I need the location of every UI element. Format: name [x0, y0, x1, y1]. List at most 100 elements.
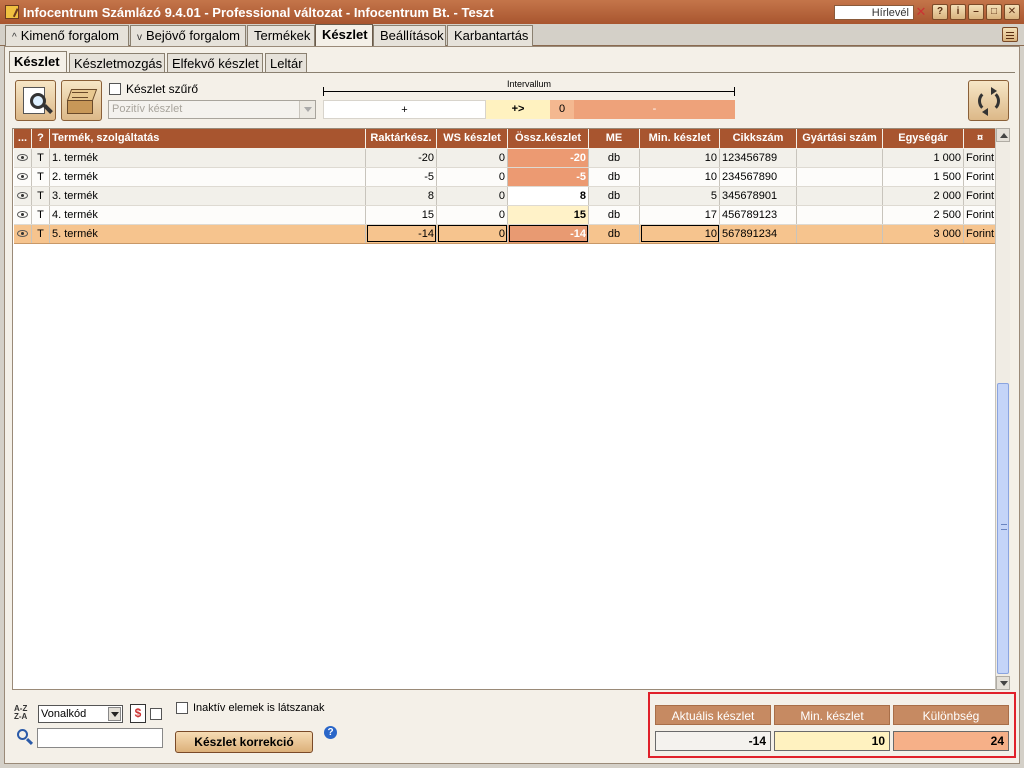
- stock-filter-value: Pozitív készlet: [112, 103, 183, 115]
- inactive-items-label: Inaktív elemek is látszanak: [193, 702, 325, 714]
- eye-cell[interactable]: [13, 148, 32, 168]
- currency-cell: Forint: [963, 205, 998, 225]
- subtab-keszletmozgas[interactable]: Készletmozgás: [69, 53, 165, 73]
- total-cell: -5: [507, 167, 589, 187]
- price-cell: 1 000: [882, 148, 964, 168]
- scroll-down-icon[interactable]: [996, 676, 1010, 690]
- col-header-product[interactable]: Termék, szolgáltatás: [49, 129, 366, 149]
- col-header-price[interactable]: Egységár: [882, 129, 964, 149]
- eye-cell[interactable]: [13, 167, 32, 187]
- tab-bejovo-forgalom[interactable]: v Bejövő forgalom: [130, 25, 246, 46]
- tab-beallitasok[interactable]: Beállítások: [373, 25, 446, 46]
- table-row[interactable]: T 3. termék 8 0 8 db 5 345678901 2 000 F…: [13, 186, 998, 206]
- maximize-button[interactable]: □: [986, 4, 1002, 20]
- sku-cell: 456789123: [719, 205, 797, 225]
- help-icon[interactable]: ?: [324, 726, 337, 739]
- newsletter-button[interactable]: Hírlevél: [834, 4, 914, 20]
- tab-keszlet[interactable]: Készlet: [315, 24, 373, 47]
- subtab-keszlet[interactable]: Készlet: [9, 51, 67, 73]
- eye-cell[interactable]: [13, 186, 32, 206]
- min-cell: 10: [639, 167, 720, 187]
- col-header-currency[interactable]: ¤: [962, 129, 998, 149]
- tab-termekek[interactable]: Termékek: [247, 25, 315, 46]
- col-header-min[interactable]: Min. készlet: [639, 129, 720, 149]
- stock-correction-button[interactable]: Készlet korrekció: [175, 731, 313, 753]
- eye-icon: [16, 230, 28, 238]
- title-bar: Infocentrum Számlázó 9.4.01 - Profession…: [0, 0, 1024, 24]
- serial-cell: [796, 148, 883, 168]
- chevron-down-icon: v: [137, 32, 142, 43]
- sku-cell: 123456789: [719, 148, 797, 168]
- type-cell: T: [31, 186, 50, 206]
- type-cell: T: [31, 224, 50, 244]
- serial-cell: [796, 205, 883, 225]
- col-header-sku[interactable]: Cikkszám: [719, 129, 797, 149]
- tab-label: Termékek: [254, 28, 311, 43]
- refresh-arrow: [982, 108, 988, 116]
- tab-label: Bejövő forgalom: [146, 28, 240, 43]
- subtab-leltar[interactable]: Leltár: [265, 53, 307, 73]
- tab-label: Készlet: [322, 27, 368, 42]
- table-row[interactable]: T 1. termék -20 0 -20 db 10 123456789 1 …: [13, 148, 998, 168]
- interval-negative: -: [574, 100, 735, 119]
- inactive-items-checkbox[interactable]: [176, 702, 188, 714]
- product-cell: 5. termék: [49, 224, 366, 244]
- product-cell: 1. termék: [49, 148, 366, 168]
- ws-cell: 0: [436, 186, 508, 206]
- price-filter-icon[interactable]: $: [130, 704, 146, 723]
- col-header-warehouse[interactable]: Raktárkész.: [365, 129, 437, 149]
- stock-cardfile-button[interactable]: [61, 80, 102, 121]
- menu-icon[interactable]: [1002, 27, 1018, 42]
- newsletter-close-icon[interactable]: ✕: [914, 4, 928, 20]
- currency-cell: Forint: [963, 224, 998, 244]
- stock-table[interactable]: ... ? Termék, szolgáltatás Raktárkész. W…: [12, 128, 1010, 690]
- table-row[interactable]: T 4. termék 15 0 15 db 17 456789123 2 50…: [13, 205, 998, 225]
- col-header-serial[interactable]: Gyártási szám: [796, 129, 883, 149]
- col-header[interactable]: ?: [31, 129, 50, 149]
- footer-panel: A-Z Z-A Vonalkód $ Inaktív elemek is lát…: [4, 690, 1020, 764]
- tab-karbantartas[interactable]: Karbantartás: [447, 25, 533, 46]
- product-cell: 2. termék: [49, 167, 366, 187]
- eye-cell[interactable]: [13, 224, 32, 244]
- stock-search-button[interactable]: [15, 80, 56, 121]
- col-header-ws[interactable]: WS készlet: [436, 129, 508, 149]
- table-row[interactable]: T 2. termék -5 0 -5 db 10 234567890 1 50…: [13, 167, 998, 187]
- inactive-items-toggle[interactable]: Inaktív elemek is látszanak: [176, 702, 324, 714]
- difference-label: Különbség: [893, 705, 1009, 725]
- interval-legend: + +> 0 -: [323, 100, 735, 119]
- refresh-button[interactable]: [968, 80, 1009, 121]
- eye-icon: [16, 173, 28, 181]
- product-cell: 4. termék: [49, 205, 366, 225]
- scroll-thumb[interactable]: [997, 383, 1009, 674]
- price-cell: 2 000: [882, 186, 964, 206]
- minimize-button[interactable]: –: [968, 4, 984, 20]
- type-cell: T: [31, 205, 50, 225]
- search-handle: [25, 737, 34, 746]
- ws-cell: 0: [436, 148, 508, 168]
- stock-filter-select[interactable]: Pozitív készlet: [108, 100, 316, 119]
- search-input[interactable]: [37, 728, 163, 748]
- stock-filter-toggle[interactable]: Készlet szűrő: [109, 82, 198, 96]
- help-button[interactable]: ?: [932, 4, 948, 20]
- sort-field-select[interactable]: Vonalkód: [38, 705, 123, 723]
- tab-kimeno-forgalom[interactable]: ^ Kimenő forgalom: [5, 25, 129, 46]
- close-button[interactable]: ✕: [1004, 4, 1020, 20]
- vertical-scrollbar[interactable]: [995, 128, 1010, 690]
- tab-divider: [9, 72, 1015, 73]
- info-button[interactable]: i: [950, 4, 966, 20]
- subtab-elfekvo-keszlet[interactable]: Elfekvő készlet: [167, 53, 263, 73]
- col-header-unit[interactable]: ME: [588, 129, 640, 149]
- total-cell: -14: [507, 224, 589, 244]
- currency-cell: Forint: [963, 167, 998, 187]
- eye-cell[interactable]: [13, 205, 32, 225]
- min-cell: 10: [639, 148, 720, 168]
- tab-label: Karbantartás: [454, 28, 529, 43]
- scroll-up-icon[interactable]: [996, 128, 1010, 142]
- col-header[interactable]: ...: [13, 129, 32, 149]
- stock-filter-checkbox[interactable]: [109, 83, 121, 95]
- table-row-selected[interactable]: T 5. termék -14 0 -14 db 10 567891234 3 …: [13, 224, 998, 244]
- price-filter-checkbox[interactable]: [150, 708, 162, 720]
- sort-az-icon[interactable]: A-Z Z-A: [14, 705, 36, 723]
- sub-tab-bar: Készlet Készletmozgás Elfekvő készlet Le…: [9, 51, 1015, 73]
- col-header-total[interactable]: Össz.készlet: [507, 129, 589, 149]
